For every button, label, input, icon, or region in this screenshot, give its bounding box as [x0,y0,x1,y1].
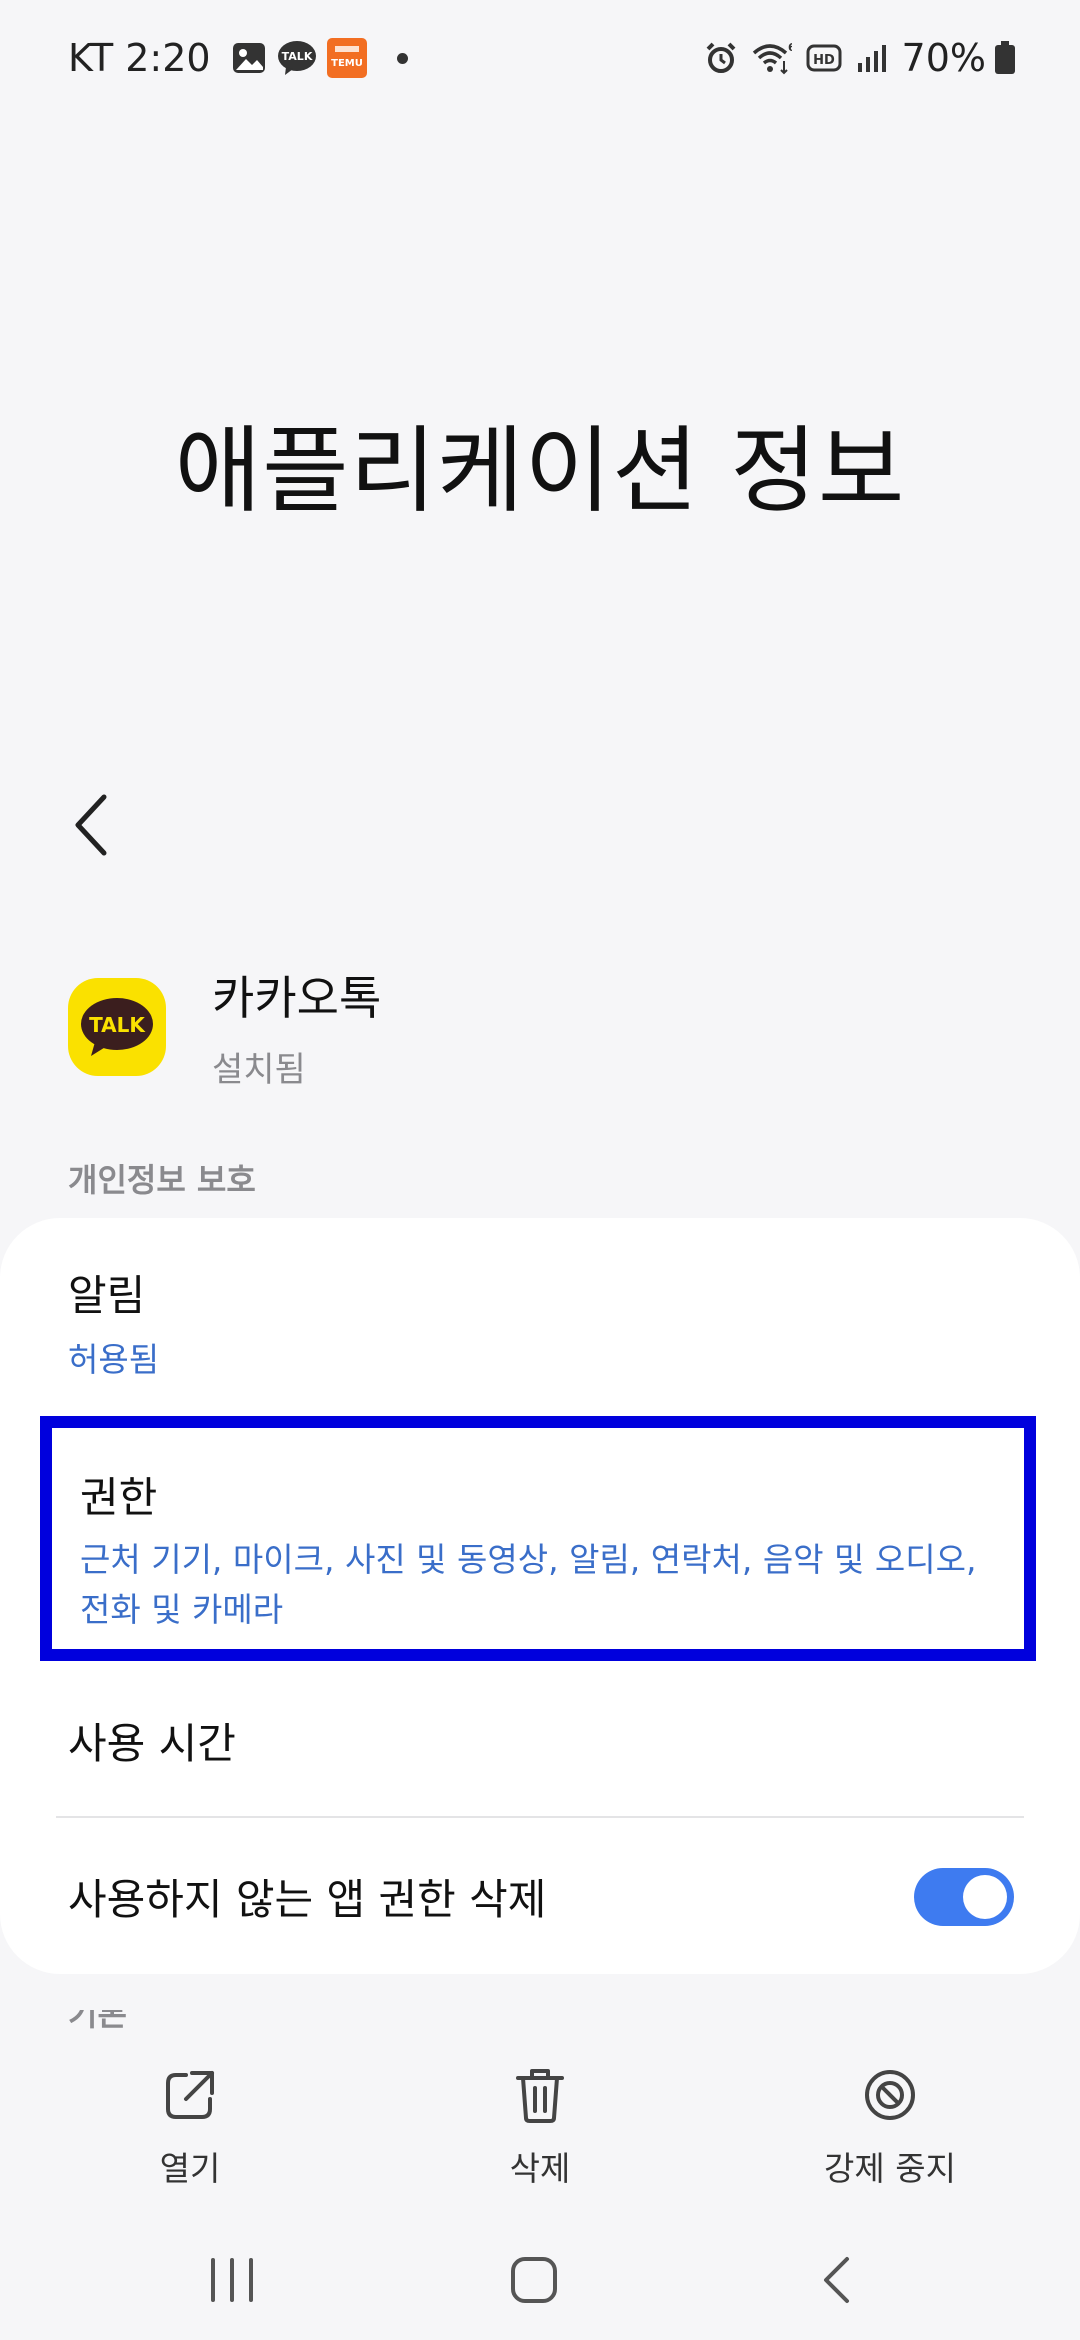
app-header: TALK 카카오톡 설치됨 [68,962,381,1091]
system-navigation-bar [0,2210,1080,2340]
screen: KT 2:20 TALK TEMU 6 HD 70% 애플리케이션 정보 TAL… [0,0,1080,2340]
force-stop-label: 강제 중지 [824,2149,956,2188]
section-title-default-cut: 기본 [68,2010,127,2036]
app-text: 카카오톡 설치됨 [212,962,381,1091]
carrier-time: KT 2:20 [68,36,211,80]
system-back-button[interactable] [786,2240,886,2320]
talk-badge-text: TALK [281,50,312,63]
usage-time-row[interactable]: 사용 시간 [68,1710,1012,1771]
permissions-row[interactable]: 권한 근처 기기, 마이크, 사진 및 동영상, 알림, 연락처, 음악 및 오… [40,1416,1036,1661]
home-icon [511,2257,557,2303]
temu-badge-text: TEMU [331,58,363,69]
chevron-left-icon [75,794,107,856]
app-name: 카카오톡 [212,971,382,1025]
hd-badge-text: HD [813,53,835,68]
battery-percent: 70% [901,36,986,80]
permissions-title: 권한 [80,1473,158,1522]
app-icon-text: TALK [89,1013,146,1037]
kakaotalk-app-icon: TALK [68,977,166,1076]
usage-time-title: 사용 시간 [68,1719,236,1768]
open-external-icon [80,2060,300,2130]
signal-icon [856,43,888,73]
status-bar: KT 2:20 TALK TEMU 6 HD 70% [0,0,1080,116]
divider [56,1816,1024,1818]
battery-icon [994,41,1016,75]
back-button[interactable] [50,780,130,870]
gallery-icon [231,40,267,76]
bottom-action-bar: 열기 삭제 강제 중지 [0,2050,1080,2210]
remove-unused-permissions-toggle[interactable] [914,1867,1014,1926]
status-bar-right: 6 HD 70% [704,36,1016,80]
section-title-privacy: 개인정보 보호 [68,1161,256,1199]
recent-apps-button[interactable] [182,2240,282,2320]
notifications-title: 알림 [68,1271,146,1320]
delete-button[interactable]: 삭제 [430,2060,650,2190]
wifi-icon: 6 [752,41,792,75]
app-install-status: 설치됨 [212,1050,306,1090]
status-bar-left: KT 2:20 TALK TEMU [68,36,408,80]
notifications-value: 허용됨 [68,1340,160,1379]
open-label: 열기 [159,2149,221,2188]
permissions-value: 근처 기기, 마이크, 사진 및 동영상, 알림, 연락처, 음악 및 오디오,… [80,1540,977,1629]
trash-icon [430,2060,650,2130]
open-button[interactable]: 열기 [80,2060,300,2190]
page-title: 애플리케이션 정보 [174,417,906,526]
block-icon [780,2060,1000,2130]
remove-unused-permissions-row[interactable]: 사용하지 않는 앱 권한 삭제 [68,1866,1014,1927]
temu-notification-icon: TEMU [326,38,367,78]
alarm-icon [704,41,738,75]
home-button[interactable] [484,2240,584,2320]
force-stop-button[interactable]: 강제 중지 [780,2060,1000,2190]
recent-apps-icon [211,2258,253,2302]
remove-unused-permissions-title: 사용하지 않는 앱 권한 삭제 [68,1875,547,1924]
section-title-default-text: 기본 [68,2010,127,2033]
back-icon [824,2257,849,2303]
wifi-badge-text: 6 [788,41,792,54]
notifications-row[interactable]: 알림 허용됨 [68,1262,1012,1385]
delete-label: 삭제 [509,2149,571,2188]
toggle-knob [963,1874,1007,1919]
hd-icon: HD [806,43,842,73]
kakaotalk-notification-icon: TALK [277,40,317,76]
more-notifications-dot [396,52,408,64]
